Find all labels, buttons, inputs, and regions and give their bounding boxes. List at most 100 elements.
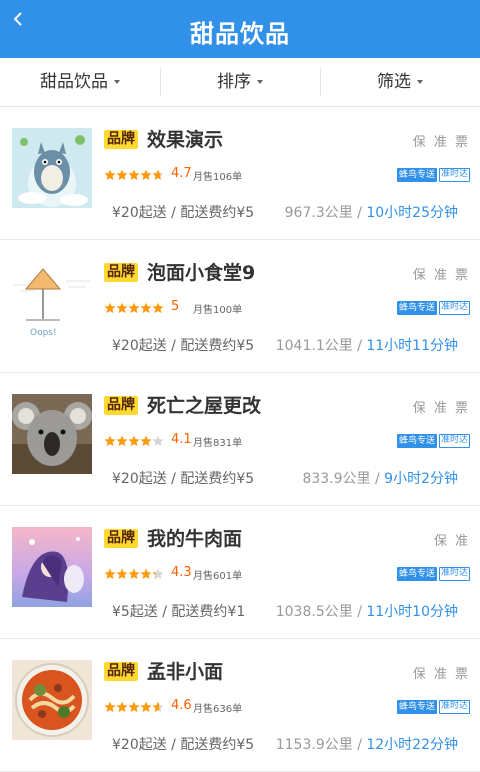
brand-badge: 品牌 <box>104 396 138 415</box>
star-icon <box>140 435 152 446</box>
monthly-sales: 月售100单 <box>193 305 243 316</box>
guarantee-labels: 保 准 <box>433 534 470 549</box>
rating-stars <box>104 701 164 713</box>
rating-stars <box>104 568 164 580</box>
tag-ontime: 准时达 <box>438 168 470 182</box>
distance: 1038.5公里 <box>275 604 353 620</box>
monthly-sales: 月售106单 <box>193 172 243 183</box>
filter-category-label: 甜品饮品 <box>40 72 108 92</box>
star-icon <box>116 568 128 579</box>
shop-name: 效果演示 <box>147 129 224 151</box>
guarantee-labels: 保 准 票 <box>412 401 470 416</box>
shop-item[interactable]: Oops! 品牌 泡面小食堂9 保 准 票 5 月售100单 蜂鸟专送 准时达 … <box>0 240 480 373</box>
brand-badge: 品牌 <box>104 529 138 548</box>
guarantee-labels: 保 准 票 <box>412 268 470 283</box>
star-icon <box>140 568 152 579</box>
fee-info: ¥20起送 / 配送费约¥5 <box>112 737 255 753</box>
guarantee-labels: 保 准 票 <box>412 135 470 150</box>
delivery-time: 11小时10分钟 <box>366 604 458 620</box>
shop-item[interactable]: 品牌 孟非小面 保 准 票 4.6 月售636单 蜂鸟专送 准时达 ¥20起送 … <box>0 639 480 772</box>
delivery-time: 11小时11分钟 <box>366 338 458 354</box>
filter-sort[interactable]: 排序 <box>160 58 320 106</box>
tag-fengniao: 蜂鸟专送 <box>396 434 437 448</box>
filter-category[interactable]: 甜品饮品 <box>0 58 160 106</box>
fee-info: ¥20起送 / 配送费约¥5 <box>112 205 255 221</box>
rating-stars <box>104 302 164 314</box>
fee-info: ¥20起送 / 配送费约¥5 <box>112 471 255 487</box>
delivery-tags: 蜂鸟专送 准时达 <box>396 168 470 182</box>
filter-screen-label: 筛选 <box>377 72 411 92</box>
shop-item[interactable]: 品牌 死亡之屋更改 保 准 票 4.1 月售831单 蜂鸟专送 准时达 ¥20起… <box>0 373 480 506</box>
shop-name: 死亡之屋更改 <box>147 395 262 417</box>
star-icon <box>152 435 164 446</box>
delivery-tags: 蜂鸟专送 准时达 <box>396 301 470 315</box>
star-icon <box>140 701 152 712</box>
star-icon <box>152 169 164 180</box>
delivery-time: 12小时22分钟 <box>366 737 458 753</box>
page-title: 甜品饮品 <box>190 20 290 48</box>
star-icon <box>140 169 152 180</box>
fee-info: ¥20起送 / 配送费约¥5 <box>112 338 255 354</box>
distance-time: 1153.9公里 / 12小时22分钟 <box>276 734 458 754</box>
distance-time: 967.3公里 / 10小时25分钟 <box>285 202 458 222</box>
star-icon <box>104 169 116 180</box>
star-icon <box>116 435 128 446</box>
shop-thumbnail: Oops! <box>12 261 92 341</box>
caret-down-icon <box>257 80 263 84</box>
caret-down-icon <box>114 80 120 84</box>
fee-info: ¥5起送 / 配送费约¥1 <box>112 604 246 620</box>
star-icon <box>128 701 140 712</box>
star-icon <box>104 302 116 313</box>
distance: 1041.1公里 <box>275 338 353 354</box>
shop-item[interactable]: 品牌 效果演示 保 准 票 4.7 月售106单 蜂鸟专送 准时达 ¥20起送 … <box>0 107 480 240</box>
star-icon <box>104 568 116 579</box>
delivery-tags: 蜂鸟专送 准时达 <box>396 434 470 448</box>
star-icon <box>128 169 140 180</box>
tag-fengniao: 蜂鸟专送 <box>396 301 437 315</box>
delivery-tags: 蜂鸟专送 准时达 <box>396 567 470 581</box>
tag-ontime: 准时达 <box>438 434 470 448</box>
monthly-sales: 月售831单 <box>193 438 243 449</box>
rating-stars <box>104 435 164 447</box>
rating-value: 4.7 <box>171 166 192 181</box>
star-icon <box>152 568 164 579</box>
tag-fengniao: 蜂鸟专送 <box>396 168 437 182</box>
delivery-time: 10小时25分钟 <box>366 205 458 221</box>
star-icon <box>116 169 128 180</box>
rating-value: 4.3 <box>171 565 192 580</box>
brand-badge: 品牌 <box>104 130 138 149</box>
filter-sort-label: 排序 <box>217 72 251 92</box>
monthly-sales: 月售601单 <box>193 571 243 582</box>
svg-text:Oops!: Oops! <box>30 328 57 338</box>
caret-down-icon <box>417 80 423 84</box>
filter-screen[interactable]: 筛选 <box>320 58 480 106</box>
star-icon <box>140 302 152 313</box>
star-icon <box>128 435 140 446</box>
separator: / <box>357 338 362 354</box>
distance-time: 1038.5公里 / 11小时10分钟 <box>276 601 458 621</box>
guarantee-labels: 保 准 票 <box>412 667 470 682</box>
separator: / <box>357 604 362 620</box>
tag-ontime: 准时达 <box>438 700 470 714</box>
distance-time: 1041.1公里 / 11小时11分钟 <box>276 335 458 355</box>
rating-stars <box>104 169 164 181</box>
shop-thumbnail <box>12 394 92 474</box>
distance: 1153.9公里 <box>275 737 353 753</box>
tag-fengniao: 蜂鸟专送 <box>396 567 437 581</box>
shop-name: 泡面小食堂9 <box>147 262 256 284</box>
distance: 967.3公里 <box>284 205 353 221</box>
star-icon <box>152 701 164 712</box>
brand-badge: 品牌 <box>104 263 138 282</box>
star-icon <box>104 435 116 446</box>
monthly-sales: 月售636单 <box>193 704 243 715</box>
shop-thumbnail <box>12 527 92 607</box>
rating-value: 4.6 <box>171 698 192 713</box>
rating-value: 4.1 <box>171 432 192 447</box>
brand-badge: 品牌 <box>104 662 138 681</box>
shop-item[interactable]: 品牌 我的牛肉面 保 准 4.3 月售601单 蜂鸟专送 准时达 ¥5起送 / … <box>0 506 480 639</box>
tag-ontime: 准时达 <box>438 567 470 581</box>
delivery-time: 9小时2分钟 <box>384 471 458 487</box>
star-icon <box>128 302 140 313</box>
tag-fengniao: 蜂鸟专送 <box>396 700 437 714</box>
shop-list: 品牌 效果演示 保 准 票 4.7 月售106单 蜂鸟专送 准时达 ¥20起送 … <box>0 107 480 772</box>
